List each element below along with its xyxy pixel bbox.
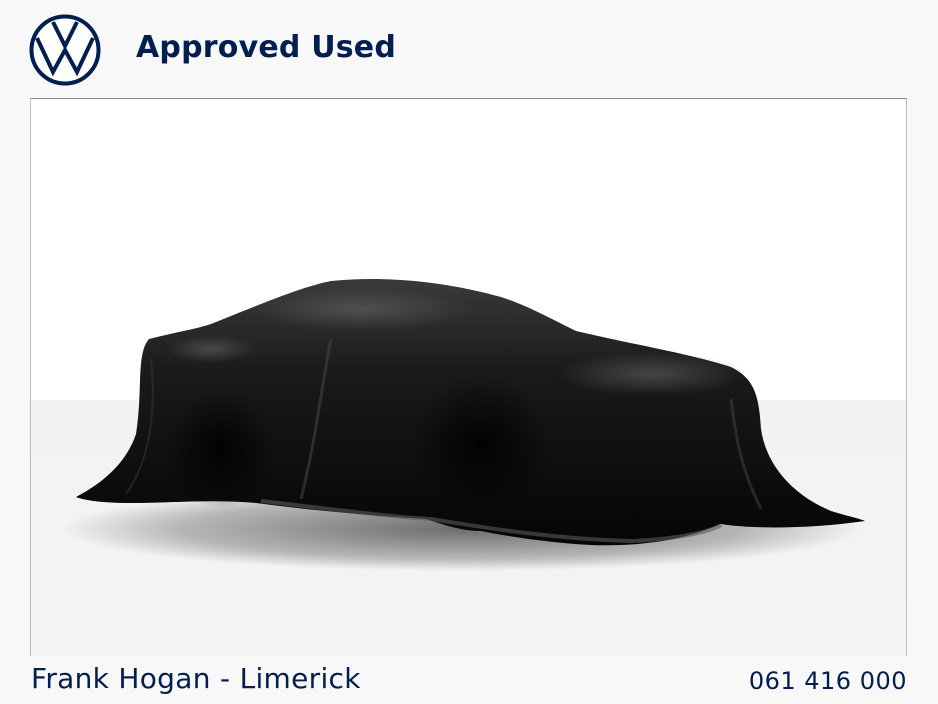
page-title: Approved Used — [136, 30, 397, 65]
vehicle-placeholder-card: Approved Used Frank Hogan - Limerick 061… — [0, 0, 938, 704]
vehicle-image — [30, 98, 907, 656]
dealer-phone[interactable]: 061 416 000 — [749, 667, 907, 695]
vw-logo-icon — [29, 14, 101, 86]
dealer-name: Frank Hogan - Limerick — [31, 662, 361, 695]
